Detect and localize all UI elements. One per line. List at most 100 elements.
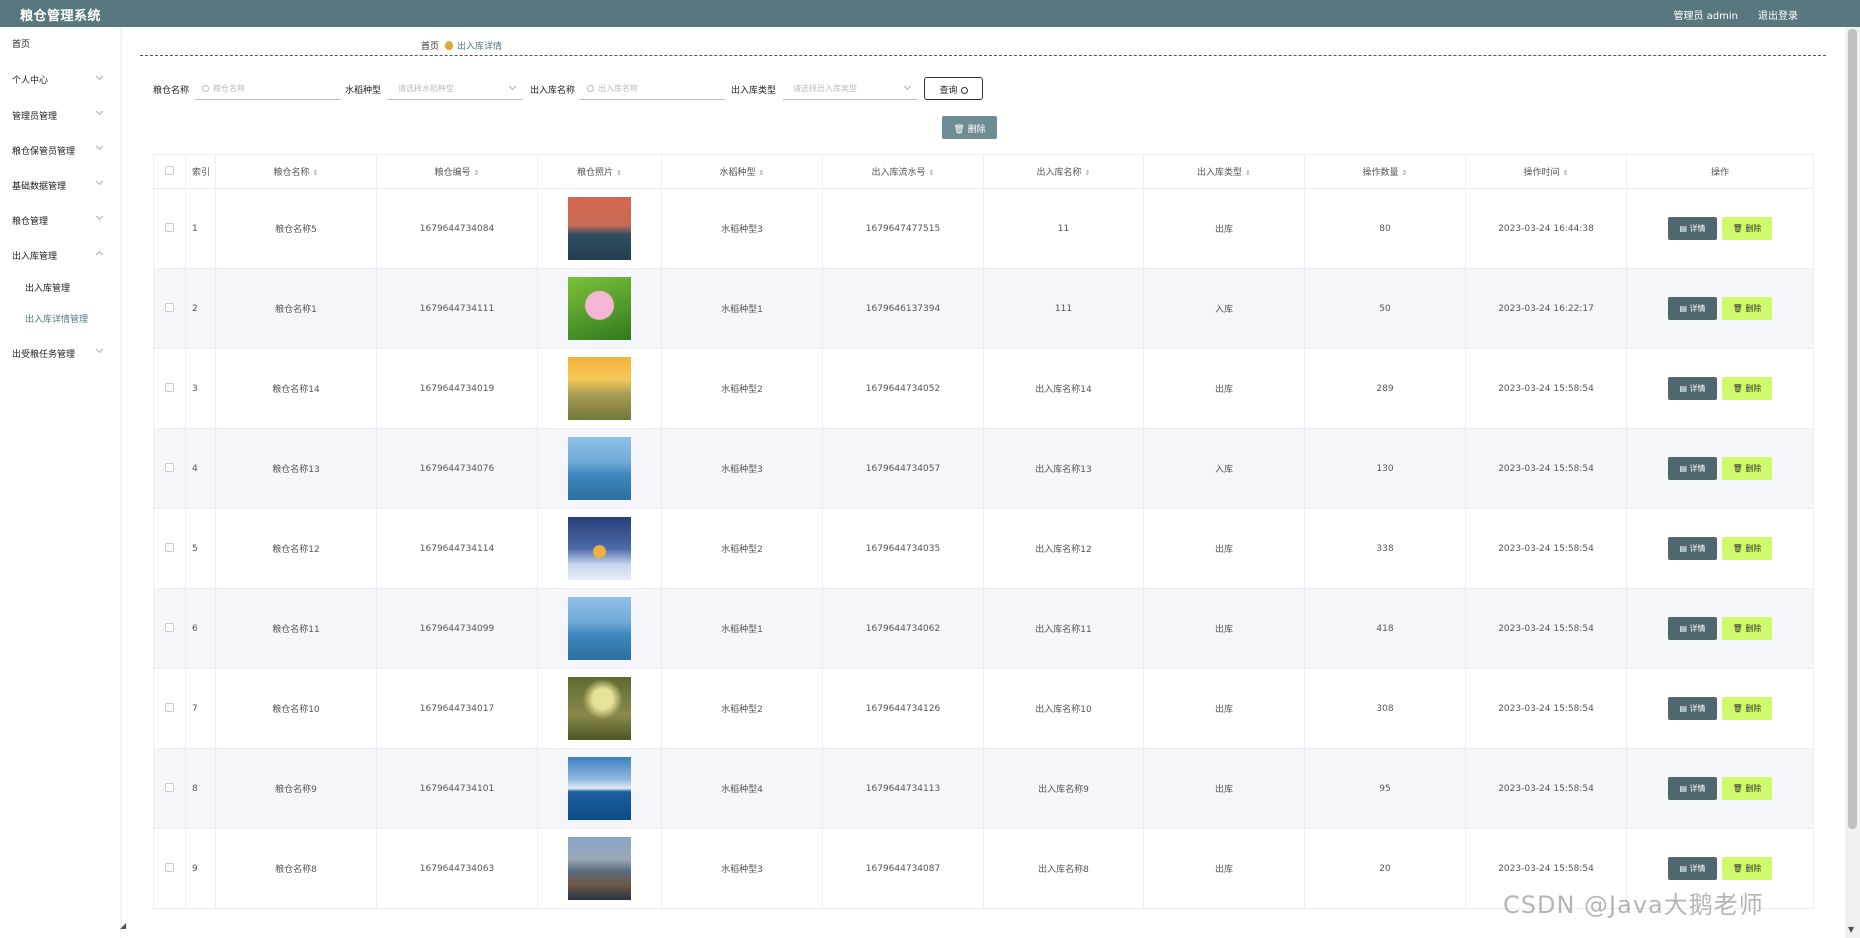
cell-quantity: 338 [1304,508,1466,589]
sidebar-item-inout-management[interactable]: 出入库管理 [12,249,57,262]
cell-granary-code: 1679644734111 [376,268,538,349]
row-checkbox[interactable] [153,588,186,669]
detail-button[interactable]: ▤ 详情 [1668,457,1717,480]
cell-serial: 1679644734062 [822,588,984,669]
delete-button[interactable]: 🗑 删除 [1722,617,1772,640]
cell-inout-name: 出入库名称10 [983,668,1144,749]
cell-granary-code: 1679644734114 [376,508,538,589]
select-all-checkbox[interactable] [153,154,186,189]
row-checkbox[interactable] [153,188,186,269]
granary-photo[interactable] [568,597,631,660]
cell-quantity: 80 [1304,188,1466,269]
header-quantity[interactable]: 操作数量 ⇕ [1304,154,1466,189]
delete-button[interactable]: 🗑 删除 [1722,457,1772,480]
header-granary-code[interactable]: 粮仓编号 ⇕ [376,154,538,189]
cell-quantity: 50 [1304,268,1466,349]
batch-delete-button[interactable]: 🗑 删除 [942,116,997,139]
cell-granary-photo [537,428,662,509]
logout-link[interactable]: 退出登录 [1758,7,1798,22]
cell-operations: ▤ 详情 🗑 删除 [1626,428,1814,509]
sidebar-item-keeper-management[interactable]: 粮仓保管员管理 [12,144,75,157]
sort-icon: ⇕ [312,169,319,177]
sidebar-item-task-management[interactable]: 出受粮任务管理 [12,347,75,360]
granary-name-input[interactable]: 粮仓名称 [195,78,340,100]
granary-photo[interactable] [568,437,631,500]
sidebar-subitem-inout-detail[interactable]: 出入库详情管理 [25,312,88,325]
table-row: 7 粮仓名称10 1679644734017 水稻种型2 1679644734126 出入… [153,668,1814,749]
row-checkbox[interactable] [153,508,186,589]
inout-type-select[interactable]: 请选择出入库类型 [783,78,918,100]
granary-photo[interactable] [568,277,631,340]
cell-granary-photo [537,348,662,429]
delete-button[interactable]: 🗑 删除 [1722,697,1772,720]
cell-quantity: 95 [1304,748,1466,829]
granary-photo[interactable] [568,837,631,900]
header-rice-type[interactable]: 水稻种型 ⇕ [661,154,823,189]
header-inout-type[interactable]: 出入库类型 ⇕ [1143,154,1305,189]
inout-name-input[interactable]: 出入库名称 [580,78,725,100]
row-checkbox[interactable] [153,748,186,829]
header-operations: 操作 [1626,154,1814,189]
header-serial[interactable]: 出入库流水号 ⇕ [822,154,984,189]
top-bar: 粮仓管理系统 管理员 admin 退出登录 [0,0,1860,27]
search-icon [587,85,594,92]
row-checkbox[interactable] [153,668,186,749]
breadcrumb-home[interactable]: 首页 [421,42,439,52]
delete-button[interactable]: 🗑 删除 [1722,377,1772,400]
sidebar-item-home[interactable]: 首页 [12,37,30,50]
scrollbar-thumb[interactable] [1848,29,1857,829]
delete-button[interactable]: 🗑 删除 [1722,857,1772,880]
row-checkbox[interactable] [153,268,186,349]
granary-photo[interactable] [568,677,631,740]
sidebar-item-basic-data[interactable]: 基础数据管理 [12,179,66,192]
cell-inout-type: 出库 [1143,828,1305,909]
scroll-down-arrow-icon[interactable]: ▼ [1848,925,1854,934]
delete-button[interactable]: 🗑 删除 [1722,537,1772,560]
sidebar-subitem-inout[interactable]: 出入库管理 [25,281,70,294]
header-time[interactable]: 操作时间 ⇕ [1465,154,1627,189]
detail-button[interactable]: ▤ 详情 [1668,777,1717,800]
detail-button[interactable]: ▤ 详情 [1668,217,1717,240]
cell-inout-type: 出库 [1143,588,1305,669]
rice-type-select[interactable]: 请选择水稻种型 [388,78,523,100]
resize-corner-icon: ◢ [120,921,127,930]
detail-button[interactable]: ▤ 详情 [1668,617,1717,640]
header-granary-name[interactable]: 粮仓名称 ⇕ [215,154,377,189]
header-inout-name[interactable]: 出入库名称 ⇕ [983,154,1144,189]
row-checkbox[interactable] [153,428,186,509]
cell-index: 4 [185,428,216,509]
detail-button[interactable]: ▤ 详情 [1668,377,1717,400]
table-row: 4 粮仓名称13 1679644734076 水稻种型3 1679644734057 出入… [153,428,1814,509]
chevron-up-icon [95,250,104,259]
delete-button[interactable]: 🗑 删除 [1722,217,1772,240]
detail-button[interactable]: ▤ 详情 [1668,857,1717,880]
detail-button[interactable]: ▤ 详情 [1668,697,1717,720]
cell-index: 6 [185,588,216,669]
detail-button[interactable]: ▤ 详情 [1668,297,1717,320]
sidebar-item-granary-management[interactable]: 粮仓管理 [12,214,48,227]
cell-inout-name: 出入库名称11 [983,588,1144,669]
query-button[interactable]: 查询 [924,77,983,100]
delete-button[interactable]: 🗑 删除 [1722,297,1772,320]
granary-photo[interactable] [568,357,631,420]
current-user: 管理员 admin [1673,11,1738,22]
granary-photo[interactable] [568,757,631,820]
granary-photo[interactable] [568,517,631,580]
cell-granary-photo [537,508,662,589]
cell-granary-name: 粮仓名称9 [215,748,377,829]
header-granary-photo[interactable]: 粮仓照片 ⇕ [537,154,662,189]
sidebar-item-admin-management[interactable]: 管理员管理 [12,109,57,122]
detail-button[interactable]: ▤ 详情 [1668,537,1717,560]
granary-photo[interactable] [568,197,631,260]
cell-granary-photo [537,188,662,269]
sidebar-item-personal-center[interactable]: 个人中心 [12,73,48,86]
cell-serial: 1679644734035 [822,508,984,589]
delete-button[interactable]: 🗑 删除 [1722,777,1772,800]
cell-operations: ▤ 详情 🗑 删除 [1626,268,1814,349]
cell-inout-type: 入库 [1143,268,1305,349]
table-row: 2 粮仓名称1 1679644734111 水稻种型1 1679646137394 111… [153,268,1814,349]
page-scrollbar[interactable]: ▼ [1845,27,1860,938]
row-checkbox[interactable] [153,348,186,429]
cell-inout-name: 出入库名称14 [983,348,1144,429]
row-checkbox[interactable] [153,828,186,909]
